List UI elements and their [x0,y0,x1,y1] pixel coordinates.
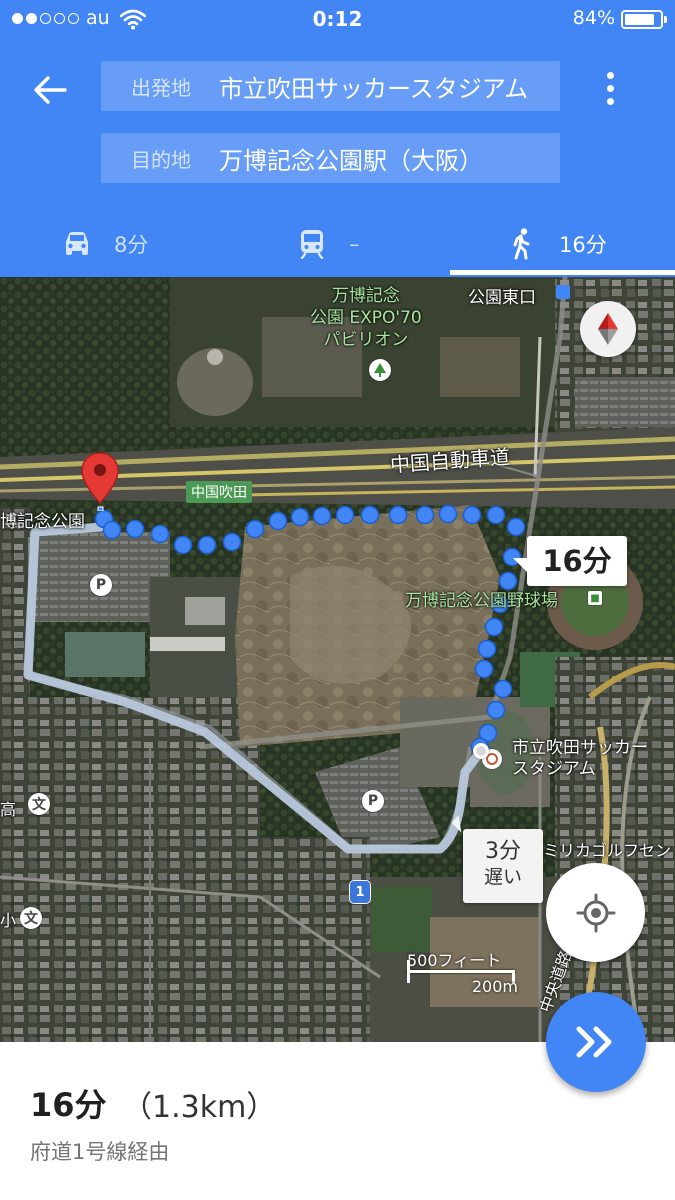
school-icon[interactable]: 文 [28,793,50,815]
route-dot [498,571,518,591]
walking-time: 16分 [559,232,607,257]
route-dot [290,507,310,527]
route-dot [268,511,288,531]
route-dot [493,679,513,699]
route-number-badge: 1 [350,881,370,903]
route-dot [415,505,435,525]
map-view[interactable]: 万博記念 公園 EXPO'70 パビリオン 公園東口 中国自動車道 中国吹田 博… [0,277,675,1042]
scale-imperial: 500フィート [407,951,502,970]
school-label: 高 [0,800,17,819]
route-dot [312,506,332,526]
directions-header: 出発地 市立吹田サッカースタジアム 目的地 万博記念公園駅（大阪） 8分 – 1… [0,40,675,277]
route-dot [477,639,497,659]
more-options-button[interactable] [588,64,632,112]
start-point-marker [473,743,489,759]
parking-icon[interactable]: P [90,574,112,596]
origin-value: 市立吹田サッカースタジアム [219,74,529,103]
route-dot [360,505,380,525]
route-dot [506,517,526,537]
route-dot [388,505,408,525]
destination-pin-icon[interactable] [80,451,120,515]
stadium-label: 市立吹田サッカー スタジアム [512,738,648,779]
carrier-name: au [86,7,110,29]
destination-field[interactable]: 目的地 万博記念公園駅（大阪） [101,133,560,183]
tab-transit[interactable]: – [295,210,455,277]
more-vert-icon [606,71,614,79]
baseball-field-label: 万博記念公園野球場 [405,591,558,611]
route-dot [222,532,242,552]
origin-station-label: 博記念公園 [0,512,85,532]
alternate-route-time: 3分 [485,839,521,864]
parking-icon[interactable]: P [362,790,384,812]
school-icon[interactable]: 文 [20,907,42,929]
golf-label: ミリカゴルフセン [543,841,672,860]
route-duration: 16分 [30,1086,107,1124]
pavilion-label: 万博記念 公園 EXPO'70 パビリオン [310,286,422,350]
transit-time: – [349,231,360,256]
double-chevron-right-icon [576,1026,612,1058]
route-via: 府道1号線経由 [30,1140,170,1164]
route-dot [462,505,482,525]
destination-label: 目的地 [131,147,191,172]
origin-label: 出発地 [131,75,191,100]
route-dot [438,504,458,524]
train-icon [295,227,329,261]
route-dot [197,535,217,555]
interchange-label: 中国吹田 [186,481,252,503]
my-location-button[interactable] [546,863,645,962]
tab-walking[interactable]: 16分 [505,210,635,277]
route-dot [245,519,265,539]
route-dot [102,520,122,540]
tab-driving[interactable]: 8分 [60,210,220,277]
active-tab-indicator [450,270,675,275]
route-dot [173,535,193,555]
map-scale: 500フィート 200m [405,945,520,999]
alternate-route-note: 遅い [483,866,522,888]
start-navigation-button[interactable] [546,992,646,1092]
route-dot [125,519,145,539]
scale-metric: 200m [471,977,518,996]
park-icon[interactable] [369,359,391,381]
wifi-icon [119,8,147,34]
compass-button[interactable] [580,301,636,357]
route-dot [335,505,355,525]
driving-time: 8分 [114,232,149,257]
battery-icon [621,10,667,29]
route-dot [486,700,506,720]
signal-strength-icon [12,13,79,24]
compass-icon [598,313,618,345]
park-east-exit-label: 公園東口 [468,288,536,308]
back-arrow-icon [34,76,67,104]
battery-percentage: 84% [572,7,615,29]
route-dot [486,505,506,525]
route-dot [484,617,504,637]
route-time-callout[interactable]: 16分 [513,536,627,586]
school-label-2: 小 [0,911,17,930]
back-button[interactable] [26,66,74,114]
travel-mode-tabs: 8分 – 16分 [0,210,675,277]
stadium-icon: ■ [588,591,602,605]
car-icon [60,227,94,261]
route-distance: （1.3km） [122,1090,277,1125]
destination-value: 万博記念公園駅（大阪） [219,146,483,175]
status-bar: au 0:12 84% [0,0,675,40]
walk-icon [505,227,539,261]
origin-field[interactable]: 出発地 市立吹田サッカースタジアム [101,61,560,111]
my-location-icon [576,893,615,932]
route-dot [474,659,494,679]
route-dot [150,524,170,544]
alternate-route-callout[interactable]: 3分 遅い [463,829,543,903]
station-icon [556,285,570,299]
